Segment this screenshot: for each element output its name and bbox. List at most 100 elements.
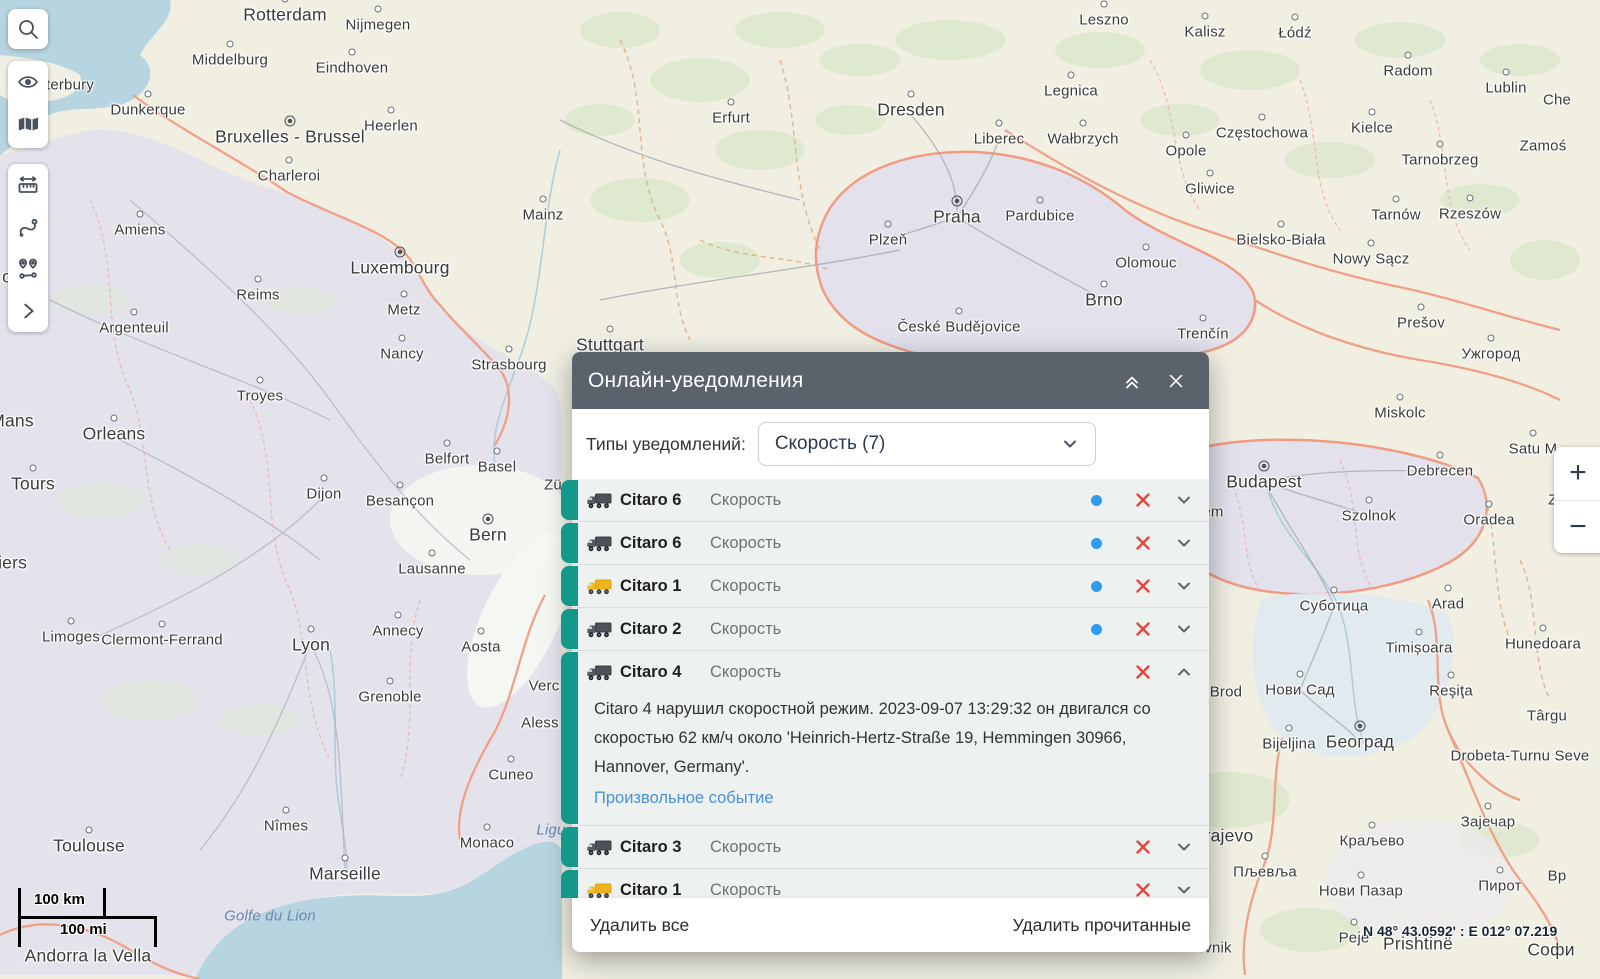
expand-notification-button[interactable] <box>1175 577 1193 595</box>
truck-icon <box>586 535 612 552</box>
expand-toolbar-button[interactable] <box>8 290 48 332</box>
unread-indicator <box>1091 495 1102 506</box>
map-pins-icon <box>17 258 39 280</box>
route-button[interactable] <box>8 206 48 248</box>
delete-notification-button[interactable] <box>1135 578 1151 594</box>
notification-filter-bar: Типы уведомлений: Скорость (7) <box>572 409 1209 479</box>
chevron-down-icon <box>1175 663 1193 681</box>
unread-indicator <box>1091 538 1102 549</box>
notification-row[interactable]: Citaro 2 Скорость <box>572 608 1209 651</box>
close-panel-button[interactable] <box>1159 364 1193 398</box>
notification-row[interactable]: Citaro 6 Скорость <box>572 479 1209 522</box>
toolbar-search-group <box>8 9 48 49</box>
delete-notification-button[interactable] <box>1135 621 1151 637</box>
zoom-in-button[interactable]: + <box>1554 447 1600 501</box>
ruler-icon <box>17 174 39 196</box>
delete-notification-button[interactable] <box>1135 535 1151 551</box>
chevron-down-icon <box>1175 838 1193 856</box>
notification-row[interactable]: Citaro 1 Скорость <box>572 869 1209 898</box>
notification-type: Скорость <box>710 620 781 639</box>
notification-row[interactable]: Citaro 6 Скорость <box>572 522 1209 565</box>
delete-notification-button[interactable] <box>1135 492 1151 508</box>
expand-notification-button[interactable] <box>1175 534 1193 552</box>
expand-notification-button[interactable] <box>1175 491 1193 509</box>
notification-type: Скорость <box>710 534 781 553</box>
chevron-down-icon <box>1175 620 1193 638</box>
map-layers-icon <box>17 114 39 134</box>
delete-notification-button[interactable] <box>1135 839 1151 855</box>
vehicle-icon <box>586 839 612 856</box>
eye-icon <box>17 71 39 93</box>
truck-icon <box>586 839 612 856</box>
search-button[interactable] <box>8 9 48 49</box>
expand-notification-button[interactable] <box>1175 663 1193 681</box>
vehicle-icon <box>586 578 612 595</box>
collapse-panel-button[interactable] <box>1115 364 1149 398</box>
custom-event-link[interactable]: Произвольное событие <box>572 784 1209 825</box>
notification-row[interactable]: Citaro 4 Скорость Citaro 4 нарушил скоро… <box>572 651 1209 826</box>
route-icon <box>17 216 39 238</box>
delete-notification-button[interactable] <box>1135 882 1151 898</box>
vehicle-name: Citaro 6 <box>620 534 710 553</box>
chevron-down-icon <box>1175 491 1193 509</box>
delete-notification-button[interactable] <box>1135 664 1151 680</box>
scale-mi-label: 100 mi <box>60 921 107 938</box>
unread-indicator <box>1091 581 1102 592</box>
notification-list[interactable]: Citaro 6 Скорость Citaro 6 Скорость <box>560 479 1209 898</box>
notification-type-select[interactable]: Скорость (7) <box>758 422 1096 466</box>
unread-indicator <box>1091 624 1102 635</box>
delete-all-button[interactable]: Удалить все <box>590 915 689 936</box>
panel-footer: Удалить все Удалить прочитанные <box>572 898 1209 952</box>
search-icon <box>17 18 39 40</box>
chevron-down-icon <box>1061 435 1079 453</box>
chevron-down-icon <box>1175 577 1193 595</box>
vehicle-icon <box>586 621 612 638</box>
notification-type: Скорость <box>710 663 781 682</box>
cursor-coordinates: N 48° 43.0592' : E 012° 07.219 <box>1363 923 1557 939</box>
vehicle-name: Citaro 3 <box>620 838 710 857</box>
vehicle-name: Citaro 1 <box>620 881 710 899</box>
truck-icon <box>586 578 612 595</box>
measure-distance-button[interactable] <box>8 164 48 206</box>
notification-row[interactable]: Citaro 3 Скорость <box>572 826 1209 869</box>
zoom-control: + − <box>1554 447 1600 553</box>
panel-header[interactable]: Онлайн-уведомления <box>572 352 1209 409</box>
vehicle-name: Citaro 2 <box>620 620 710 639</box>
expand-notification-button[interactable] <box>1175 881 1193 898</box>
expand-notification-button[interactable] <box>1175 620 1193 638</box>
truck-icon <box>586 621 612 638</box>
vehicle-name: Citaro 1 <box>620 577 710 596</box>
online-notifications-panel: Онлайн-уведомления Типы уведомлений: Ско… <box>572 352 1209 952</box>
delete-read-button[interactable]: Удалить прочитанные <box>1013 915 1191 936</box>
truck-icon <box>586 492 612 509</box>
notification-message: Citaro 4 нарушил скоростной режим. 2023-… <box>572 693 1209 784</box>
truck-icon <box>586 664 612 681</box>
filter-label: Типы уведомлений: <box>586 434 746 455</box>
toolbar-view-group <box>8 61 48 148</box>
chevron-right-icon <box>18 301 38 321</box>
map-layers-button[interactable] <box>8 103 48 145</box>
scale-km-label: 100 km <box>34 891 85 908</box>
close-icon <box>1167 372 1185 390</box>
delete-x-icon <box>1135 621 1151 637</box>
zoom-out-button[interactable]: − <box>1554 501 1600 554</box>
map-scale-bar: 100 km 100 mi <box>18 888 160 948</box>
markers-button[interactable] <box>8 248 48 290</box>
delete-x-icon <box>1135 492 1151 508</box>
delete-x-icon <box>1135 839 1151 855</box>
truck-icon <box>586 882 612 899</box>
chevron-down-icon <box>1175 881 1193 898</box>
vehicle-icon <box>586 882 612 899</box>
notification-type: Скорость <box>710 491 781 510</box>
notification-row[interactable]: Citaro 1 Скорость <box>572 565 1209 608</box>
panel-title: Онлайн-уведомления <box>588 369 1115 393</box>
delete-x-icon <box>1135 578 1151 594</box>
chevron-down-icon <box>1175 534 1193 552</box>
expand-notification-button[interactable] <box>1175 838 1193 856</box>
visibility-button[interactable] <box>8 61 48 103</box>
delete-x-icon <box>1135 535 1151 551</box>
selected-filter-value: Скорость (7) <box>775 433 886 455</box>
vehicle-icon <box>586 492 612 509</box>
notification-type: Скорость <box>710 577 781 596</box>
vehicle-name: Citaro 4 <box>620 663 710 682</box>
